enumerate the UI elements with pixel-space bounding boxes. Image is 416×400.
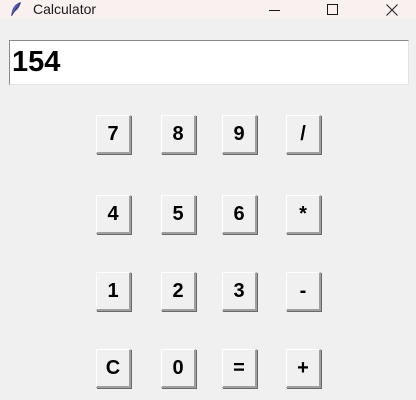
feather-icon: [9, 1, 23, 17]
key-equals[interactable]: =: [222, 349, 257, 388]
minimize-icon: [269, 4, 281, 16]
close-button[interactable]: [369, 0, 415, 19]
window-title: Calculator: [33, 1, 97, 17]
close-icon: [386, 3, 398, 16]
key-7[interactable]: 7: [96, 115, 131, 154]
title-bar[interactable]: Calculator: [0, 0, 416, 19]
display-entry[interactable]: 154: [9, 40, 409, 85]
key-1[interactable]: 1: [96, 272, 131, 311]
maximize-button[interactable]: [310, 0, 356, 19]
key-clear[interactable]: C: [96, 349, 131, 388]
key-subtract[interactable]: -: [286, 272, 321, 311]
key-8[interactable]: 8: [161, 115, 196, 154]
key-multiply[interactable]: *: [286, 195, 321, 234]
minimize-button[interactable]: [252, 0, 298, 19]
key-9[interactable]: 9: [222, 115, 257, 154]
maximize-icon: [327, 3, 339, 16]
key-6[interactable]: 6: [222, 195, 257, 234]
key-2[interactable]: 2: [161, 272, 196, 311]
key-4[interactable]: 4: [96, 195, 131, 234]
key-5[interactable]: 5: [161, 195, 196, 234]
key-add[interactable]: +: [286, 349, 321, 388]
key-0[interactable]: 0: [161, 349, 196, 388]
key-divide[interactable]: /: [286, 115, 321, 154]
key-3[interactable]: 3: [222, 272, 257, 311]
